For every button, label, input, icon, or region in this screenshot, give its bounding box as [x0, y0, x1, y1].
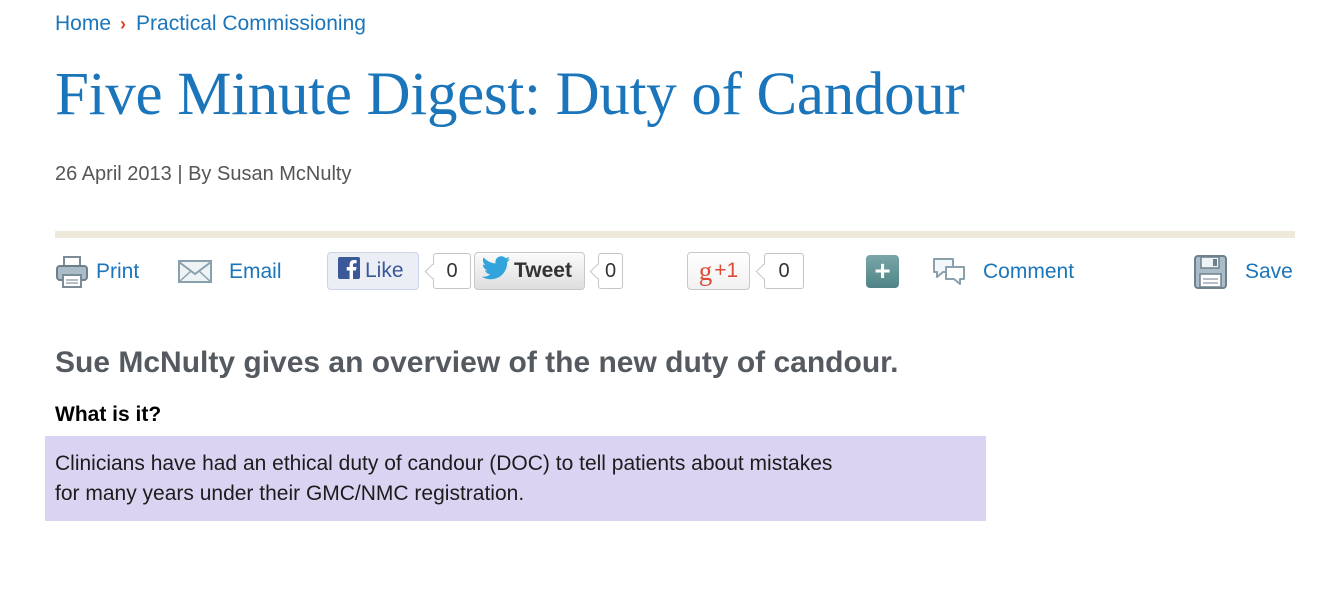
print-button[interactable]: Print	[55, 250, 139, 294]
article-standfirst: Sue McNulty gives an overview of the new…	[55, 346, 899, 379]
facebook-icon	[338, 257, 360, 285]
callout-line-2: for many years under their GMC/NMC regis…	[55, 482, 525, 505]
google-plus-one-button[interactable]: g +1	[687, 252, 750, 290]
tweet-button[interactable]: Tweet	[474, 252, 585, 290]
section-heading: What is it?	[55, 403, 162, 426]
facebook-like-button[interactable]: Like	[327, 252, 419, 290]
floppy-disk-icon	[1194, 255, 1227, 289]
article-meta: 26 April 2013 | By Susan McNulty	[55, 163, 351, 186]
twitter-bird-icon	[481, 256, 511, 286]
breadcrumb-home-link[interactable]: Home	[55, 12, 111, 36]
breadcrumb-section-link[interactable]: Practical Commissioning	[136, 12, 366, 36]
tweet-label: Tweet	[514, 259, 572, 282]
envelope-icon	[178, 259, 212, 285]
page-title: Five Minute Digest: Duty of Candour	[55, 61, 965, 128]
tweet-count: 0	[598, 253, 623, 289]
divider	[55, 231, 1295, 238]
like-count: 0	[433, 253, 471, 289]
save-button[interactable]: Save	[1194, 250, 1293, 294]
gplus-label: +1	[714, 259, 739, 282]
share-more-button[interactable]: +	[866, 255, 899, 288]
print-label: Print	[96, 260, 140, 283]
meta-separator: |	[177, 163, 183, 185]
google-g-icon: g	[698, 255, 713, 286]
save-label: Save	[1245, 260, 1293, 283]
comment-label: Comment	[983, 260, 1075, 283]
article-byline: By Susan McNulty	[188, 163, 352, 185]
speech-bubbles-icon	[931, 256, 967, 288]
highlight-box: Clinicians have had an ethical duty of c…	[45, 436, 986, 521]
comment-button[interactable]: Comment	[931, 250, 1074, 294]
like-label: Like	[365, 259, 404, 282]
article-date: 26 April 2013	[55, 163, 172, 185]
email-label: Email	[229, 260, 282, 283]
gplus-count: 0	[764, 253, 804, 289]
share-toolbar: Print Email Like 0 Tweet 0 g +1 0 + Comm…	[0, 250, 1332, 294]
plus-icon: +	[874, 254, 891, 286]
callout-line-1: Clinicians have had an ethical duty of c…	[55, 452, 833, 475]
breadcrumb-separator-icon: ›	[120, 13, 127, 34]
printer-icon	[55, 255, 89, 289]
breadcrumb: Home › Practical Commissioning	[55, 12, 366, 36]
email-button[interactable]: Email	[178, 250, 282, 294]
